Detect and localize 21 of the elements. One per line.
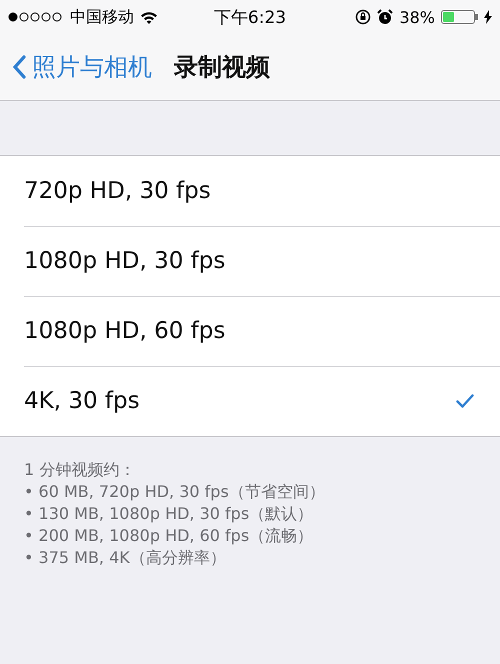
footer-line: • 60 MB, 720p HD, 30 fps（节省空间） [24,481,326,503]
back-button[interactable]: 照片与相机 [12,51,152,83]
chevron-icon [12,55,26,79]
option-row[interactable]: 1080p HD, 60 fps [0,296,500,366]
rotation-lock-icon [355,9,372,25]
charging-icon [484,10,492,24]
signal-icon [8,12,64,22]
footer-line: • 375 MB, 4K（高分辨率） [24,547,227,569]
page-title: 录制视频 [174,52,270,83]
alarm-icon [377,9,394,25]
wifi-icon [140,10,158,24]
option-row[interactable]: 1080p HD, 30 fps [0,226,500,296]
footer-line: • 130 MB, 1080p HD, 30 fps（默认） [24,503,314,525]
battery-percent: 38% [399,8,435,26]
footer-line: • 200 MB, 1080p HD, 60 fps（流畅） [24,525,314,547]
option-row[interactable]: 720p HD, 30 fps [0,156,500,226]
footer-heading: 1 分钟视频约： [24,459,136,481]
status-time: 下午6:23 [214,6,286,28]
option-row[interactable]: 4K, 30 fps [0,366,500,436]
carrier-name: 中国移动 [70,6,134,28]
battery-icon [441,10,478,24]
